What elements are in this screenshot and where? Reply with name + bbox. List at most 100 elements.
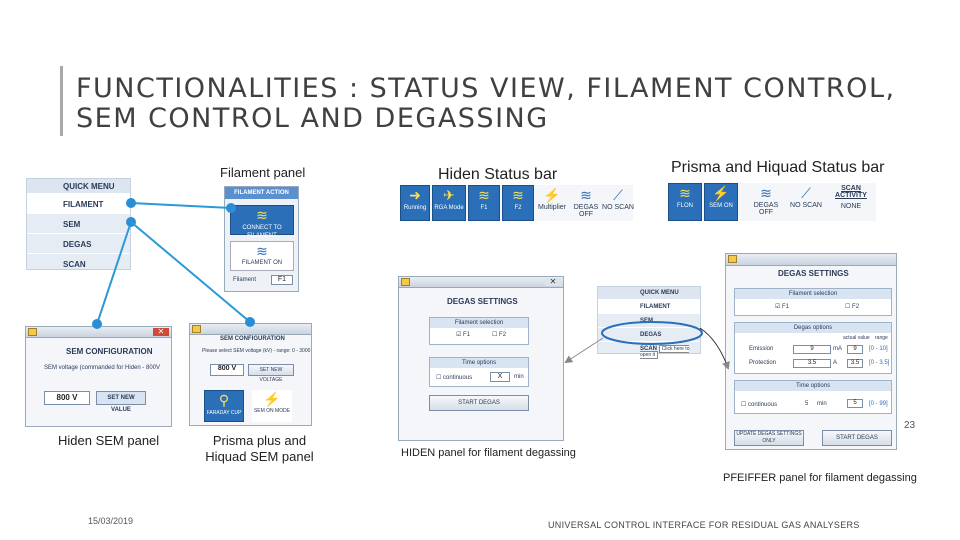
scan-chart-icon: ⟋ bbox=[613, 187, 623, 203]
f1-checkbox[interactable]: ☑ F1 bbox=[775, 303, 789, 310]
quick-menu: QUICK MENU FILAMENT SEM DEGAS SCAN bbox=[26, 178, 131, 270]
time-input[interactable]: 5 bbox=[805, 401, 808, 407]
filament-on-button[interactable]: ≋ FILAMENT ON bbox=[230, 241, 294, 271]
filament-selector[interactable]: F1 bbox=[271, 275, 293, 285]
range-header: range bbox=[875, 335, 888, 341]
time-actual: 5 bbox=[847, 399, 863, 408]
quick-menu-header: QUICK MENU bbox=[27, 179, 130, 193]
scan-activity-label: SCAN ACTIVITY bbox=[835, 185, 867, 199]
sem-icon: ⚡ bbox=[712, 185, 730, 201]
hiden-sem-voltage-input[interactable]: 800 V bbox=[44, 391, 90, 405]
connector-filament bbox=[126, 198, 236, 213]
multiplier-icon: ⚡ bbox=[543, 187, 561, 203]
f2-checkbox[interactable]: ☐ F2 bbox=[845, 303, 859, 310]
mini-menu-item-scan[interactable]: SCAN Click here to open it bbox=[598, 341, 700, 359]
app-icon bbox=[28, 328, 37, 336]
time-range: [0 - 99] bbox=[869, 401, 888, 407]
hiden-time-input[interactable]: X bbox=[490, 372, 510, 382]
faraday-cup-button[interactable]: ⚲ FARADAY CUP bbox=[204, 390, 244, 422]
actual-value-header: actual value bbox=[843, 335, 870, 341]
f1-checkbox[interactable]: ☑ F1 bbox=[456, 331, 470, 338]
status-f1: ≋ F1 bbox=[468, 185, 500, 221]
sem-on-mode-button[interactable]: ⚡ SEM ON MODE bbox=[252, 390, 292, 422]
pfeiffer-filament-selection-group: Filament selection ☑ F1 ☐ F2 bbox=[734, 288, 892, 316]
pfeiffer-start-degas-button[interactable]: START DEGAS bbox=[822, 430, 892, 446]
title-accent-bar bbox=[60, 66, 63, 136]
pfeiffer-degas-options-group: Degas options actual value range Emissio… bbox=[734, 322, 892, 374]
protection-actual: 3.5 bbox=[847, 359, 863, 368]
mini-menu-item-sem[interactable]: SEM bbox=[598, 313, 700, 327]
hiden-degas-panel-label: HIDEN panel for filament degassing bbox=[401, 447, 576, 459]
app-icon bbox=[192, 325, 201, 333]
status-sem-on: ⚡ SEM ON bbox=[704, 183, 738, 221]
filament-panel-label: Filament panel bbox=[220, 165, 306, 180]
mini-menu-item-degas[interactable]: DEGAS bbox=[598, 327, 700, 341]
arrow-right-icon: ➜ bbox=[409, 187, 421, 203]
emission-range: [0 - 10] bbox=[869, 346, 888, 352]
hiden-sem-panel-label: Hiden SEM panel bbox=[58, 433, 160, 448]
emission-input[interactable]: 9 bbox=[793, 345, 831, 354]
update-degas-settings-button[interactable]: UPDATE DEGAS SETTINGS ONLY bbox=[734, 430, 804, 446]
hiden-start-degas-button[interactable]: START DEGAS bbox=[429, 395, 529, 411]
slide-date: 15/03/2019 bbox=[88, 516, 134, 526]
close-icon[interactable]: ✕ bbox=[153, 328, 169, 336]
prisma-sem-panel-label: Prisma plus and Hiquad SEM panel bbox=[205, 433, 314, 464]
protection-unit: A bbox=[833, 360, 838, 366]
quick-menu-item-filament[interactable]: FILAMENT bbox=[27, 193, 130, 213]
protection-range: [0 - 3.5] bbox=[869, 360, 890, 366]
group-header: Filament selection bbox=[430, 318, 528, 328]
prisma-sem-window: SEM CONFIGURATION Please select SEM volt… bbox=[189, 323, 312, 426]
slide-number: 23 bbox=[904, 420, 916, 431]
app-icon bbox=[728, 255, 737, 263]
filament-window-title: FILAMENT ACTION bbox=[225, 187, 298, 199]
protection-input[interactable]: 3.5 bbox=[793, 359, 831, 368]
window-titlebar bbox=[190, 324, 311, 335]
faraday-cup-icon: ⚲ bbox=[218, 392, 230, 408]
hiden-time-options-group: Time options ☐ continuous X min bbox=[429, 357, 529, 387]
hiden-filament-selection-group: Filament selection ☑ F1 ☐ F2 bbox=[429, 317, 529, 345]
hiden-sem-description: SEM voltage (commanded for Hiden - 800V bbox=[44, 365, 161, 371]
pfeiffer-degas-panel-label: PFEIFFER panel for filament degassing bbox=[723, 472, 917, 484]
window-titlebar: ✕ bbox=[399, 277, 563, 288]
hiden-set-new-value-button[interactable]: SET NEW VALUE bbox=[96, 391, 146, 413]
connect-filament-button[interactable]: ≋ CONNECT TO FILAMENT bbox=[230, 205, 294, 239]
filament-window: FILAMENT ACTION ≋ CONNECT TO FILAMENT ≋ … bbox=[224, 186, 299, 292]
filament-selector-label: Filament bbox=[233, 277, 257, 283]
prisma-set-new-voltage-button[interactable]: SET NEW VOLTAGE bbox=[248, 364, 294, 383]
hiden-sem-title: SEM CONFIGURATION bbox=[66, 347, 153, 356]
window-titlebar: ✕ bbox=[26, 327, 171, 338]
status-running: ➜ Running bbox=[400, 185, 430, 221]
f2-checkbox[interactable]: ☐ F2 bbox=[492, 331, 506, 338]
hiden-sem-window: ✕ SEM CONFIGURATION SEM voltage (command… bbox=[25, 326, 172, 427]
status-no-scan: ⟋ NO SCAN bbox=[602, 187, 634, 211]
group-header: Degas options bbox=[735, 323, 891, 333]
pfeiffer-degas-title: DEGAS SETTINGS bbox=[778, 269, 849, 278]
mini-menu-item-filament[interactable]: FILAMENT bbox=[598, 299, 700, 313]
degas-icon: ≋ bbox=[760, 185, 772, 201]
mini-quick-menu: QUICK MENU FILAMENT SEM DEGAS SCAN Click… bbox=[597, 286, 701, 359]
pfeiffer-degas-window: DEGAS SETTINGS Filament selection ☑ F1 ☐… bbox=[725, 253, 897, 450]
mini-quick-menu-header: QUICK MENU bbox=[598, 287, 700, 299]
filament-coil-icon: ≋ bbox=[256, 243, 268, 259]
scan-activity-value: NONE bbox=[840, 203, 862, 210]
quick-menu-item-scan[interactable]: SCAN bbox=[27, 253, 130, 273]
continuous-checkbox[interactable]: ☐ continuous bbox=[741, 401, 777, 408]
pfeiffer-time-options-group: Time options ☐ continuous 5 min 5 [0 - 9… bbox=[734, 380, 892, 414]
filament-coil-icon: ≋ bbox=[679, 185, 691, 201]
quick-menu-item-sem[interactable]: SEM bbox=[27, 213, 130, 233]
group-header: Time options bbox=[735, 381, 891, 391]
close-icon[interactable]: ✕ bbox=[545, 278, 561, 286]
group-header: Filament selection bbox=[735, 289, 891, 299]
status-rga-mode: ✈ RGA Mode bbox=[432, 185, 466, 221]
continuous-checkbox[interactable]: ☐ continuous bbox=[436, 374, 472, 381]
group-header: Time options bbox=[430, 358, 528, 368]
time-unit: min bbox=[817, 401, 827, 407]
hiden-status-bar: ➜ Running ✈ RGA Mode ≋ F1 ≋ F2 ⚡ Multiplier ≋… bbox=[400, 185, 634, 221]
prisma-sem-voltage-input[interactable]: 800 V bbox=[210, 364, 244, 376]
status-fl-on: ≋ FLON bbox=[668, 183, 702, 221]
quick-menu-item-degas[interactable]: DEGAS bbox=[27, 233, 130, 253]
status-no-scan: ⟋ NO SCAN bbox=[786, 185, 826, 209]
status-multiplier: ⚡ Multiplier bbox=[537, 187, 566, 211]
rga-icon: ✈ bbox=[443, 187, 455, 203]
time-unit: min bbox=[514, 374, 524, 380]
